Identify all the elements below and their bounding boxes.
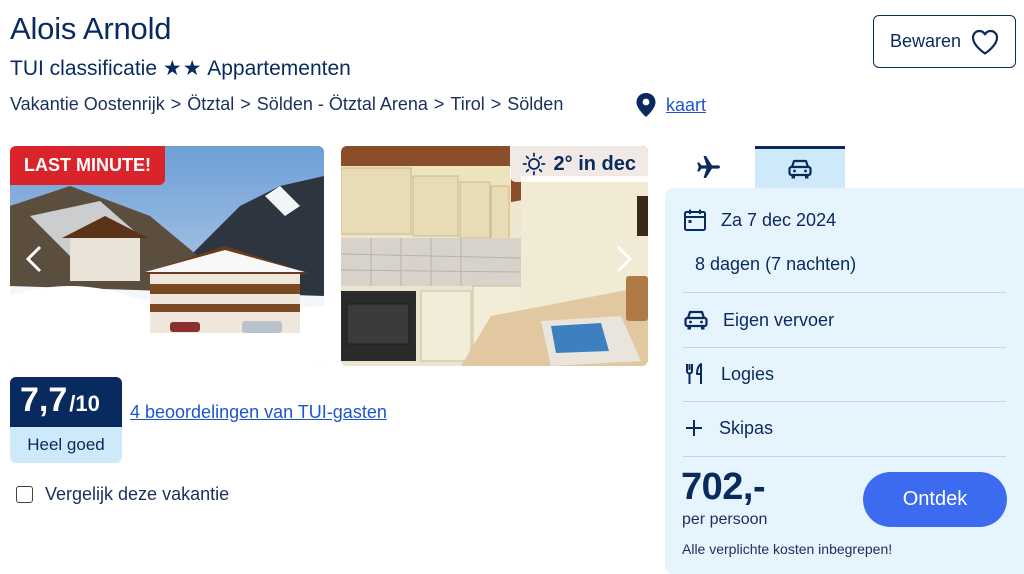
chevron-left-icon[interactable] [22,244,46,274]
rating-score-box: 7,7 /10 [10,377,122,427]
photo-kitchen[interactable]: 2° in dec [341,146,648,366]
last-minute-badge: LAST MINUTE! [10,146,165,185]
compare-checkbox[interactable] [16,486,33,503]
map-link-group[interactable]: kaart [636,93,706,117]
transport-label: Eigen vervoer [723,309,835,330]
departure-date-row[interactable]: Za 7 dec 2024 [683,208,836,232]
airplane-icon [697,156,720,178]
rating-score: 7,7 [20,381,68,419]
calendar-icon [684,209,706,231]
reviews-link[interactable]: 4 beoordelingen van TUI-gasten [130,402,387,423]
rating-max: /10 [69,391,100,416]
panel-divider [683,401,1006,402]
heart-icon [971,29,999,55]
chevron-right-icon[interactable] [612,244,636,274]
breadcrumb-item-town[interactable]: Sölden [507,94,563,115]
classification-line: TUI classificatie ★★ Appartementen [10,56,351,81]
accommodation-type: Appartementen [207,57,351,80]
plus-icon [686,420,702,436]
rating-badge: 7,7 /10 Heel goed [10,377,122,463]
breadcrumb-item-area[interactable]: Sölden - Ötztal Arena [257,94,428,115]
panel-divider [683,347,1006,348]
booking-panel: Za 7 dec 2024 8 dagen (7 nachten) Eigen … [665,188,1024,574]
price: 702,- [681,466,766,508]
accommodation-title: Alois Arnold [10,11,172,46]
price-unit: per persoon [682,511,768,528]
car-icon [788,159,812,178]
duration-row: 8 dagen (7 nachten) [695,254,856,275]
photo-chalet[interactable]: LAST MINUTE! [10,146,324,366]
board-row: Logies [683,362,774,386]
save-button-label: Bewaren [889,31,962,51]
extra-label: Skipas [719,417,774,438]
transport-row: Eigen vervoer [683,308,834,332]
breadcrumb-item-country[interactable]: Vakantie Oostenrijk [10,94,165,115]
weather-text: 2° in dec [553,152,636,175]
tab-flight[interactable] [676,146,742,188]
breadcrumb-item-valley[interactable]: Ötztal [187,94,234,115]
price-note: Alle verplichte kosten inbegrepen! [682,541,893,557]
tab-own-transport[interactable] [755,146,845,188]
breadcrumb: Vakantie Oostenrijk > Ötztal > Sölden - … [10,94,563,115]
location-pin-icon [636,93,656,117]
extra-row: Skipas [683,417,773,439]
breadcrumb-separator: > [490,94,502,114]
map-link[interactable]: kaart [666,95,706,116]
breadcrumb-separator: > [240,94,251,114]
rating-verdict: Heel goed [10,427,122,463]
breadcrumb-item-region[interactable]: Tirol [450,94,484,115]
classification-prefix: TUI classificatie [10,57,158,80]
departure-date: Za 7 dec 2024 [721,209,837,230]
breadcrumb-separator: > [433,94,445,114]
duration: 8 dagen (7 nachten) [695,254,857,274]
breadcrumb-separator: > [170,94,182,114]
discover-button[interactable]: Ontdek [863,472,1007,527]
save-button[interactable]: Bewaren [873,15,1016,68]
car-icon [684,310,708,330]
weather-badge: 2° in dec [509,146,648,182]
compare-checkbox-group[interactable]: Vergelijk deze vakantie [16,484,229,505]
sun-icon [522,152,545,176]
board-label: Logies [721,363,775,384]
panel-divider [683,456,1006,457]
cutlery-icon [686,363,702,384]
compare-label: Vergelijk deze vakantie [45,484,230,504]
star-rating: ★★ [162,57,203,80]
panel-divider [683,292,1006,293]
